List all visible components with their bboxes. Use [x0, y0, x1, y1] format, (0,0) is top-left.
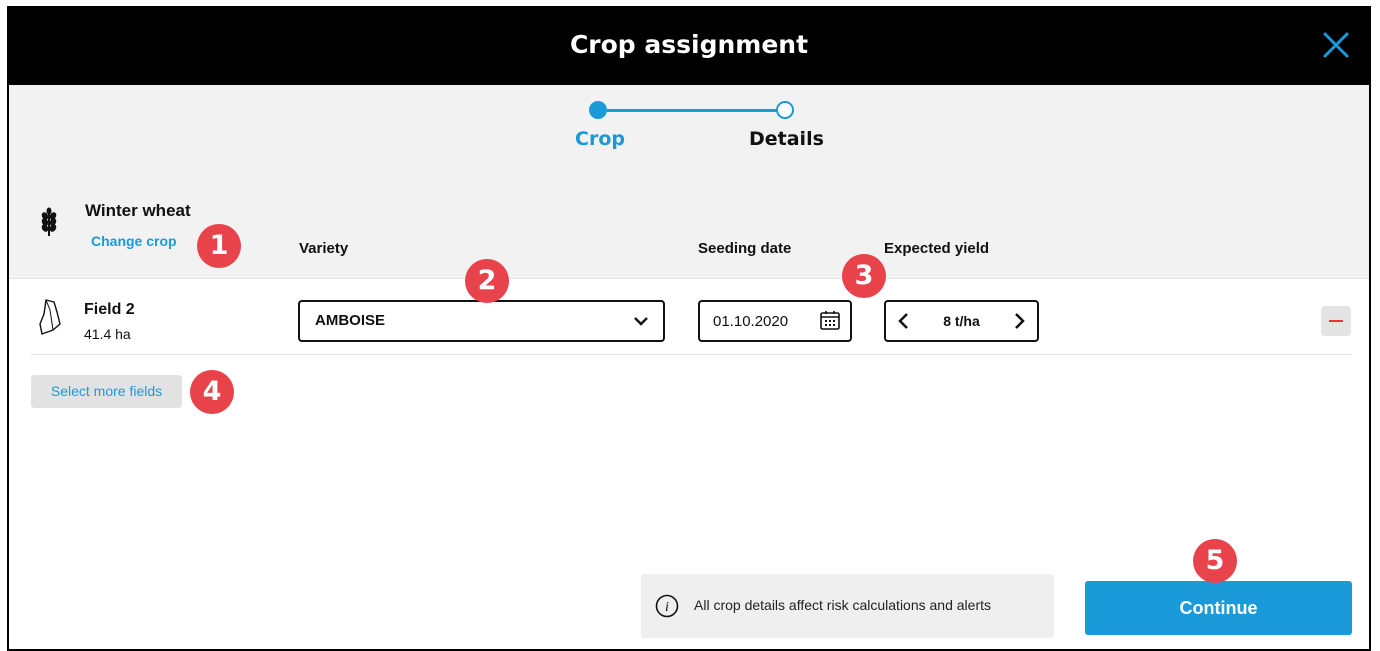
info-note: i All crop details affect risk calculati…	[641, 574, 1054, 638]
variety-column-label: Variety	[299, 240, 349, 257]
chevron-right-icon[interactable]	[1009, 311, 1029, 331]
field-area: 41.4 ha	[84, 326, 131, 342]
dialog-title: Crop assignment	[569, 30, 809, 59]
wheat-icon	[41, 207, 57, 236]
crop-assignment-dialog: Crop assignment Crop Details Winter whea…	[7, 6, 1371, 651]
chevron-down-icon	[634, 317, 648, 326]
continue-button[interactable]: Continue	[1085, 581, 1352, 635]
step-crop-indicator	[589, 101, 607, 119]
info-icon: i	[655, 594, 679, 618]
close-icon[interactable]	[1321, 30, 1351, 60]
crop-name: Winter wheat	[85, 201, 191, 220]
annotation-badge-5: 5	[1193, 539, 1237, 583]
remove-field-button[interactable]	[1321, 306, 1351, 336]
variety-select[interactable]: AMBOISE	[298, 300, 665, 342]
field-row: Field 2 41.4 ha AMBOISE 01.10.2020 8 t/h…	[31, 278, 1351, 355]
seeding-date-input[interactable]: 01.10.2020	[698, 300, 852, 342]
svg-text:i: i	[665, 600, 669, 615]
annotation-badge-2: 2	[465, 259, 509, 303]
expected-yield-stepper: 8 t/ha	[884, 300, 1039, 342]
info-text: All crop details affect risk calculation…	[694, 597, 991, 613]
change-crop-link[interactable]: Change crop	[91, 233, 177, 249]
variety-value: AMBOISE	[315, 312, 386, 329]
field-name: Field 2	[84, 301, 135, 318]
expected-yield-column-label: Expected yield	[884, 240, 990, 257]
field-shape-icon	[39, 299, 61, 335]
select-more-fields-button[interactable]: Select more fields	[31, 375, 182, 408]
annotation-badge-4: 4	[190, 370, 234, 414]
calendar-icon[interactable]	[819, 309, 841, 331]
step-connector	[607, 109, 785, 112]
title-bar: Crop assignment	[9, 8, 1369, 85]
seeding-date-value: 01.10.2020	[713, 313, 789, 330]
step-details-label: Details	[749, 128, 824, 150]
annotation-badge-3: 3	[842, 254, 886, 298]
seeding-date-column-label: Seeding date	[698, 240, 792, 257]
stepper: Crop Details	[9, 85, 1369, 172]
step-details-indicator	[776, 101, 794, 119]
step-crop-label: Crop	[575, 128, 625, 150]
annotation-badge-1: 1	[197, 224, 241, 268]
